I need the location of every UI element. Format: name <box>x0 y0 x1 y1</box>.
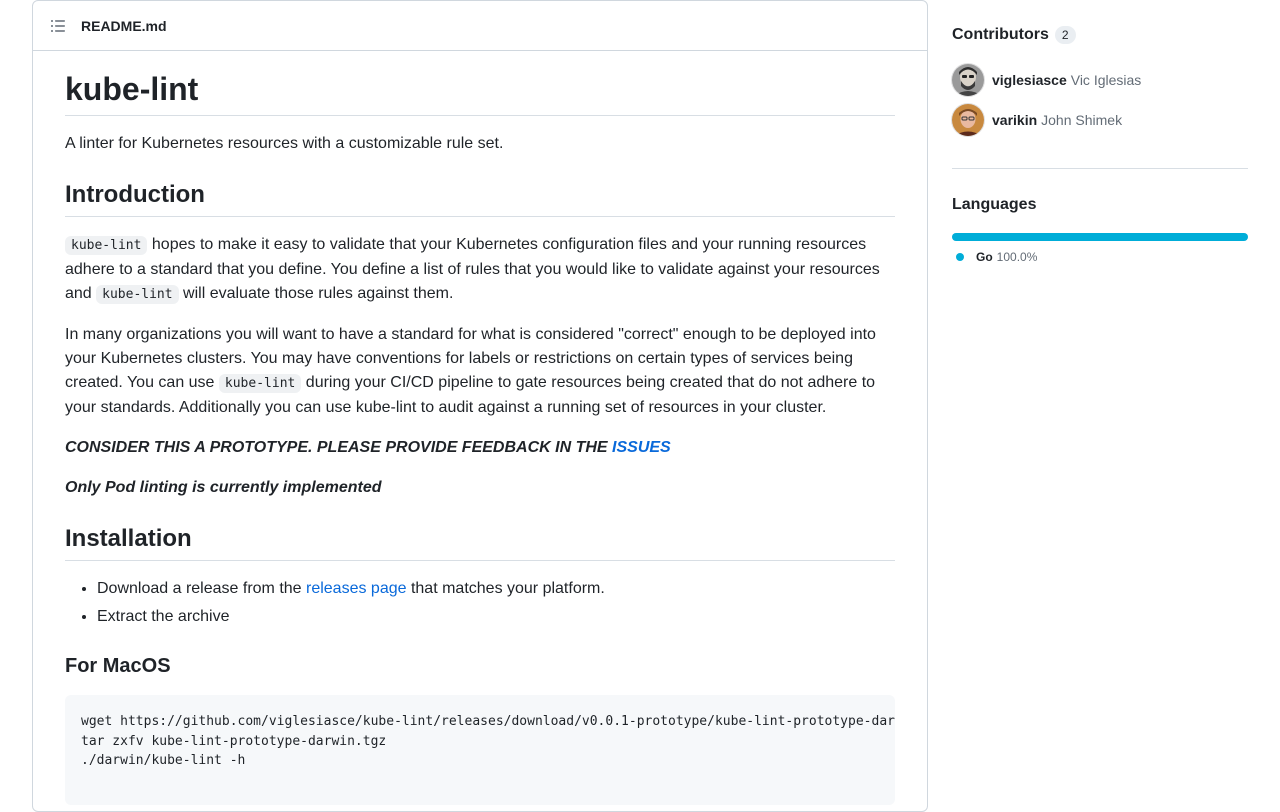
list-item: Extract the archive <box>97 605 895 629</box>
readme-tagline: A linter for Kubernetes resources with a… <box>65 135 504 152</box>
contributor-login[interactable]: viglesiasce <box>992 72 1067 88</box>
macos-code-block[interactable]: wget https://github.com/viglesiasce/kube… <box>65 695 895 805</box>
inline-code: kube-lint <box>96 285 179 304</box>
macos-heading: For MacOS <box>65 655 171 677</box>
contributors-count-badge: 2 <box>1054 26 1076 44</box>
contributor-name: John Shimek <box>1041 112 1123 128</box>
prototype-notice: CONSIDER THIS A PROTOTYPE. PLEASE PROVID… <box>65 436 895 460</box>
contributors-title[interactable]: Contributors <box>952 26 1049 44</box>
avatar[interactable] <box>952 104 984 136</box>
issues-link[interactable]: ISSUES <box>612 439 671 456</box>
contributors-list: viglesiasce Vic Iglesias varikin John Sh… <box>952 64 1248 144</box>
list-item-text: Download a release from the <box>97 580 306 597</box>
contributor-login[interactable]: varikin <box>992 112 1037 128</box>
sidebar-divider <box>952 168 1248 169</box>
contributor-row: viglesiasce Vic Iglesias <box>952 64 1248 96</box>
contributors-heading: Contributors 2 <box>952 26 1076 44</box>
installation-list: Download a release from the releases pag… <box>65 577 895 629</box>
language-name: Go <box>976 250 993 264</box>
inline-code: kube-lint <box>218 374 302 393</box>
language-percent: 100.0% <box>996 250 1038 264</box>
readme-header: README.md <box>33 1 927 51</box>
readme-title: kube-lint <box>65 69 895 116</box>
language-legend-item[interactable]: Go 100.0% <box>952 250 1037 264</box>
list-item: Download a release from the releases pag… <box>97 577 895 601</box>
language-color-dot <box>956 253 964 261</box>
language-bar-segment-go <box>952 233 1248 241</box>
readme-filename[interactable]: README.md <box>81 18 167 34</box>
language-bar <box>952 233 1248 241</box>
installation-heading: Installation <box>65 524 895 561</box>
table-of-contents-icon[interactable] <box>50 18 66 34</box>
introduction-paragraph-1: kube-lint hopes to make it easy to valid… <box>65 233 895 307</box>
contributor-row: varikin John Shimek <box>952 104 1248 136</box>
paragraph-text: will evaluate those rules against them. <box>178 285 454 302</box>
introduction-heading: Introduction <box>65 180 895 217</box>
releases-page-link[interactable]: releases page <box>306 580 407 597</box>
inline-code: kube-lint <box>65 236 148 255</box>
avatar[interactable] <box>952 64 984 96</box>
readme-panel: README.md kube-lint A linter for Kuberne… <box>32 0 928 812</box>
list-item-text: that matches your platform. <box>406 580 605 597</box>
contributor-name: Vic Iglesias <box>1070 72 1142 88</box>
prototype-notice-text: CONSIDER THIS A PROTOTYPE. PLEASE PROVID… <box>65 439 613 456</box>
readme-content: kube-lint A linter for Kubernetes resour… <box>65 51 895 805</box>
introduction-paragraph-2: In many organizations you will want to h… <box>65 323 895 420</box>
pod-linting-notice: Only Pod linting is currently implemente… <box>65 479 382 496</box>
languages-title: Languages <box>952 196 1037 213</box>
